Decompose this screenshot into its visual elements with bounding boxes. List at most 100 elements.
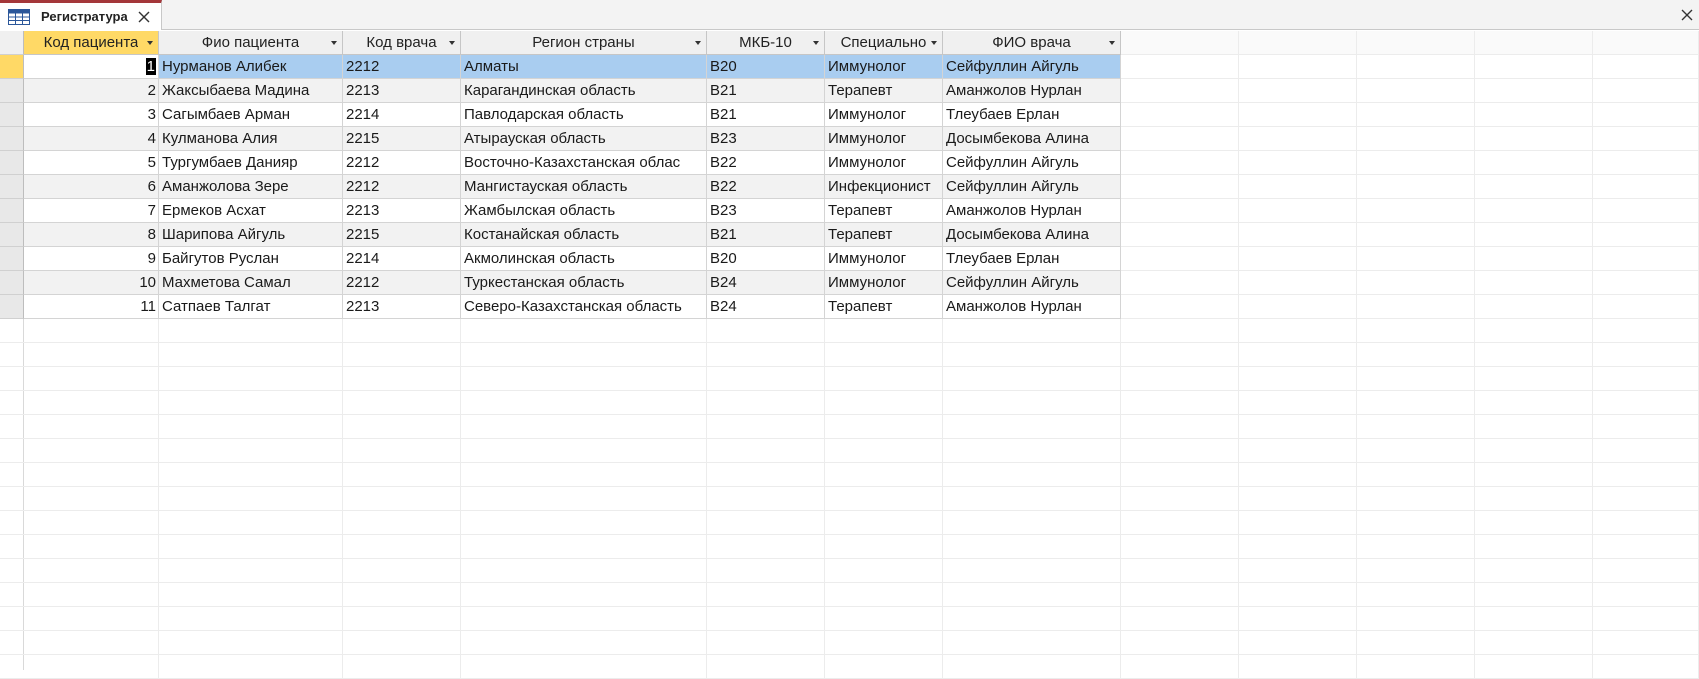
table-cell[interactable]: 2215 bbox=[343, 127, 461, 151]
table-cell[interactable]: Ермеков Асхат bbox=[159, 199, 343, 223]
table-row[interactable]: 4 Кулманова Алия 2215 Атырауская область B23… bbox=[24, 127, 1121, 151]
table-cell[interactable]: B20 bbox=[707, 55, 825, 79]
select-all-corner[interactable] bbox=[0, 31, 24, 55]
table-cell[interactable]: Досымбекова Алина bbox=[943, 127, 1121, 151]
table-cell[interactable]: Терапевт bbox=[825, 295, 943, 319]
table-cell[interactable]: Атырауская область bbox=[461, 127, 707, 151]
filter-dropdown-icon[interactable] bbox=[147, 41, 153, 45]
table-cell[interactable]: Иммунолог bbox=[825, 247, 943, 271]
table-cell[interactable]: Аманжолова Зере bbox=[159, 175, 343, 199]
table-cell[interactable]: Акмолинская область bbox=[461, 247, 707, 271]
table-cell[interactable]: Сагымбаев Арман bbox=[159, 103, 343, 127]
table-cell[interactable]: B23 bbox=[707, 127, 825, 151]
column-header[interactable]: ФИО врача bbox=[943, 31, 1121, 55]
record-selector[interactable] bbox=[0, 199, 24, 223]
table-cell[interactable]: 2214 bbox=[343, 103, 461, 127]
table-cell[interactable]: Нурманов Алибек bbox=[159, 55, 343, 79]
table-cell[interactable]: Тлеубаев Ерлан bbox=[943, 247, 1121, 271]
table-cell[interactable]: Жаксыбаева Мадина bbox=[159, 79, 343, 103]
table-cell[interactable]: Восточно-Казахстанская облас bbox=[461, 151, 707, 175]
column-header[interactable]: Код врача bbox=[343, 31, 461, 55]
table-cell[interactable]: B22 bbox=[707, 175, 825, 199]
table-cell[interactable]: Досымбекова Алина bbox=[943, 223, 1121, 247]
table-cell[interactable]: B24 bbox=[707, 295, 825, 319]
column-header[interactable]: Фио пациента bbox=[159, 31, 343, 55]
table-cell[interactable]: Иммунолог bbox=[825, 55, 943, 79]
filter-dropdown-icon[interactable] bbox=[449, 41, 455, 45]
table-cell[interactable]: Аманжолов Нурлан bbox=[943, 295, 1121, 319]
record-selector[interactable] bbox=[0, 103, 24, 127]
table-cell[interactable]: Алматы bbox=[461, 55, 707, 79]
table-cell[interactable]: 8 bbox=[24, 223, 159, 247]
table-cell[interactable]: 2214 bbox=[343, 247, 461, 271]
table-cell[interactable]: Махметова Самал bbox=[159, 271, 343, 295]
table-cell[interactable]: Карагандинская область bbox=[461, 79, 707, 103]
table-cell[interactable]: B24 bbox=[707, 271, 825, 295]
table-cell[interactable]: Иммунолог bbox=[825, 151, 943, 175]
record-selector[interactable] bbox=[0, 247, 24, 271]
table-cell[interactable]: 2212 bbox=[343, 175, 461, 199]
table-cell[interactable]: 2213 bbox=[343, 199, 461, 223]
table-cell[interactable]: Кулманова Алия bbox=[159, 127, 343, 151]
table-cell[interactable]: Костанайская область bbox=[461, 223, 707, 247]
table-cell[interactable]: Инфекционист bbox=[825, 175, 943, 199]
table-row[interactable]: 9 Байгутов Руслан 2214 Акмолинская область B… bbox=[24, 247, 1121, 271]
table-cell[interactable]: Терапевт bbox=[825, 199, 943, 223]
record-selector[interactable] bbox=[0, 175, 24, 199]
table-cell[interactable]: Терапевт bbox=[825, 223, 943, 247]
column-header[interactable]: Регион страны bbox=[461, 31, 707, 55]
column-header[interactable]: Код пациента bbox=[24, 31, 159, 55]
record-selector[interactable] bbox=[0, 79, 24, 103]
table-cell[interactable]: Иммунолог bbox=[825, 271, 943, 295]
table-row[interactable]: 2 Жаксыбаева Мадина 2213 Карагандинская обл… bbox=[24, 79, 1121, 103]
table-cell[interactable]: Туркестанская область bbox=[461, 271, 707, 295]
filter-dropdown-icon[interactable] bbox=[331, 41, 337, 45]
table-cell[interactable]: Аманжолов Нурлан bbox=[943, 199, 1121, 223]
table-cell[interactable]: Сатпаев Талгат bbox=[159, 295, 343, 319]
table-cell[interactable]: Терапевт bbox=[825, 79, 943, 103]
table-cell[interactable]: Мангистауская область bbox=[461, 175, 707, 199]
close-document-icon[interactable] bbox=[1681, 9, 1693, 21]
table-cell[interactable]: Северо-Казахстанская область bbox=[461, 295, 707, 319]
table-cell[interactable]: Павлодарская область bbox=[461, 103, 707, 127]
table-cell[interactable]: 11 bbox=[24, 295, 159, 319]
table-cell[interactable]: 9 bbox=[24, 247, 159, 271]
tab-close-icon[interactable] bbox=[137, 10, 151, 24]
table-cell[interactable]: 3 bbox=[24, 103, 159, 127]
table-cell[interactable]: B21 bbox=[707, 103, 825, 127]
table-cell[interactable]: Тургумбаев Данияр bbox=[159, 151, 343, 175]
table-row[interactable]: 3 Сагымбаев Арман 2214 Павлодарская область… bbox=[24, 103, 1121, 127]
filter-dropdown-icon[interactable] bbox=[695, 41, 701, 45]
table-cell[interactable]: 5 bbox=[24, 151, 159, 175]
filter-dropdown-icon[interactable] bbox=[1109, 41, 1115, 45]
table-cell[interactable]: 2213 bbox=[343, 295, 461, 319]
column-header[interactable]: МКБ-10 bbox=[707, 31, 825, 55]
table-cell[interactable]: Шарипова Айгуль bbox=[159, 223, 343, 247]
table-cell[interactable]: Сейфуллин Айгуль bbox=[943, 175, 1121, 199]
table-cell[interactable]: 2212 bbox=[343, 55, 461, 79]
filter-dropdown-icon[interactable] bbox=[931, 41, 937, 45]
table-cell[interactable]: Жамбылская область bbox=[461, 199, 707, 223]
record-selector[interactable] bbox=[0, 295, 24, 319]
table-cell[interactable]: 4 bbox=[24, 127, 159, 151]
table-cell[interactable]: Аманжолов Нурлан bbox=[943, 79, 1121, 103]
table-cell[interactable]: 2213 bbox=[343, 79, 461, 103]
table-row[interactable]: 6 Аманжолова Зере 2212 Мангистауская област… bbox=[24, 175, 1121, 199]
record-selector[interactable] bbox=[0, 127, 24, 151]
table-cell[interactable]: Сейфуллин Айгуль bbox=[943, 271, 1121, 295]
table-cell[interactable]: 2212 bbox=[343, 271, 461, 295]
record-selector[interactable] bbox=[0, 271, 24, 295]
table-row[interactable]: 5 Тургумбаев Данияр 2212 Восточно-Казахстан… bbox=[24, 151, 1121, 175]
table-cell[interactable]: Тлеубаев Ерлан bbox=[943, 103, 1121, 127]
table-cell[interactable]: 2215 bbox=[343, 223, 461, 247]
tab-registratura[interactable]: Регистратура bbox=[0, 0, 162, 30]
table-cell[interactable]: B21 bbox=[707, 223, 825, 247]
table-row[interactable]: 7 Ермеков Асхат 2213 Жамбылская область B23 Т… bbox=[24, 199, 1121, 223]
table-cell[interactable]: 2 bbox=[24, 79, 159, 103]
filter-dropdown-icon[interactable] bbox=[813, 41, 819, 45]
table-cell[interactable]: 2212 bbox=[343, 151, 461, 175]
table-cell[interactable]: Сейфуллин Айгуль bbox=[943, 151, 1121, 175]
table-cell[interactable]: Иммунолог bbox=[825, 103, 943, 127]
table-row[interactable]: 1 Нурманов Алибек 2212 Алматы B20 Иммунолог Се… bbox=[24, 55, 1121, 79]
table-row[interactable]: 10 Махметова Самал 2212 Туркестанская облас… bbox=[24, 271, 1121, 295]
